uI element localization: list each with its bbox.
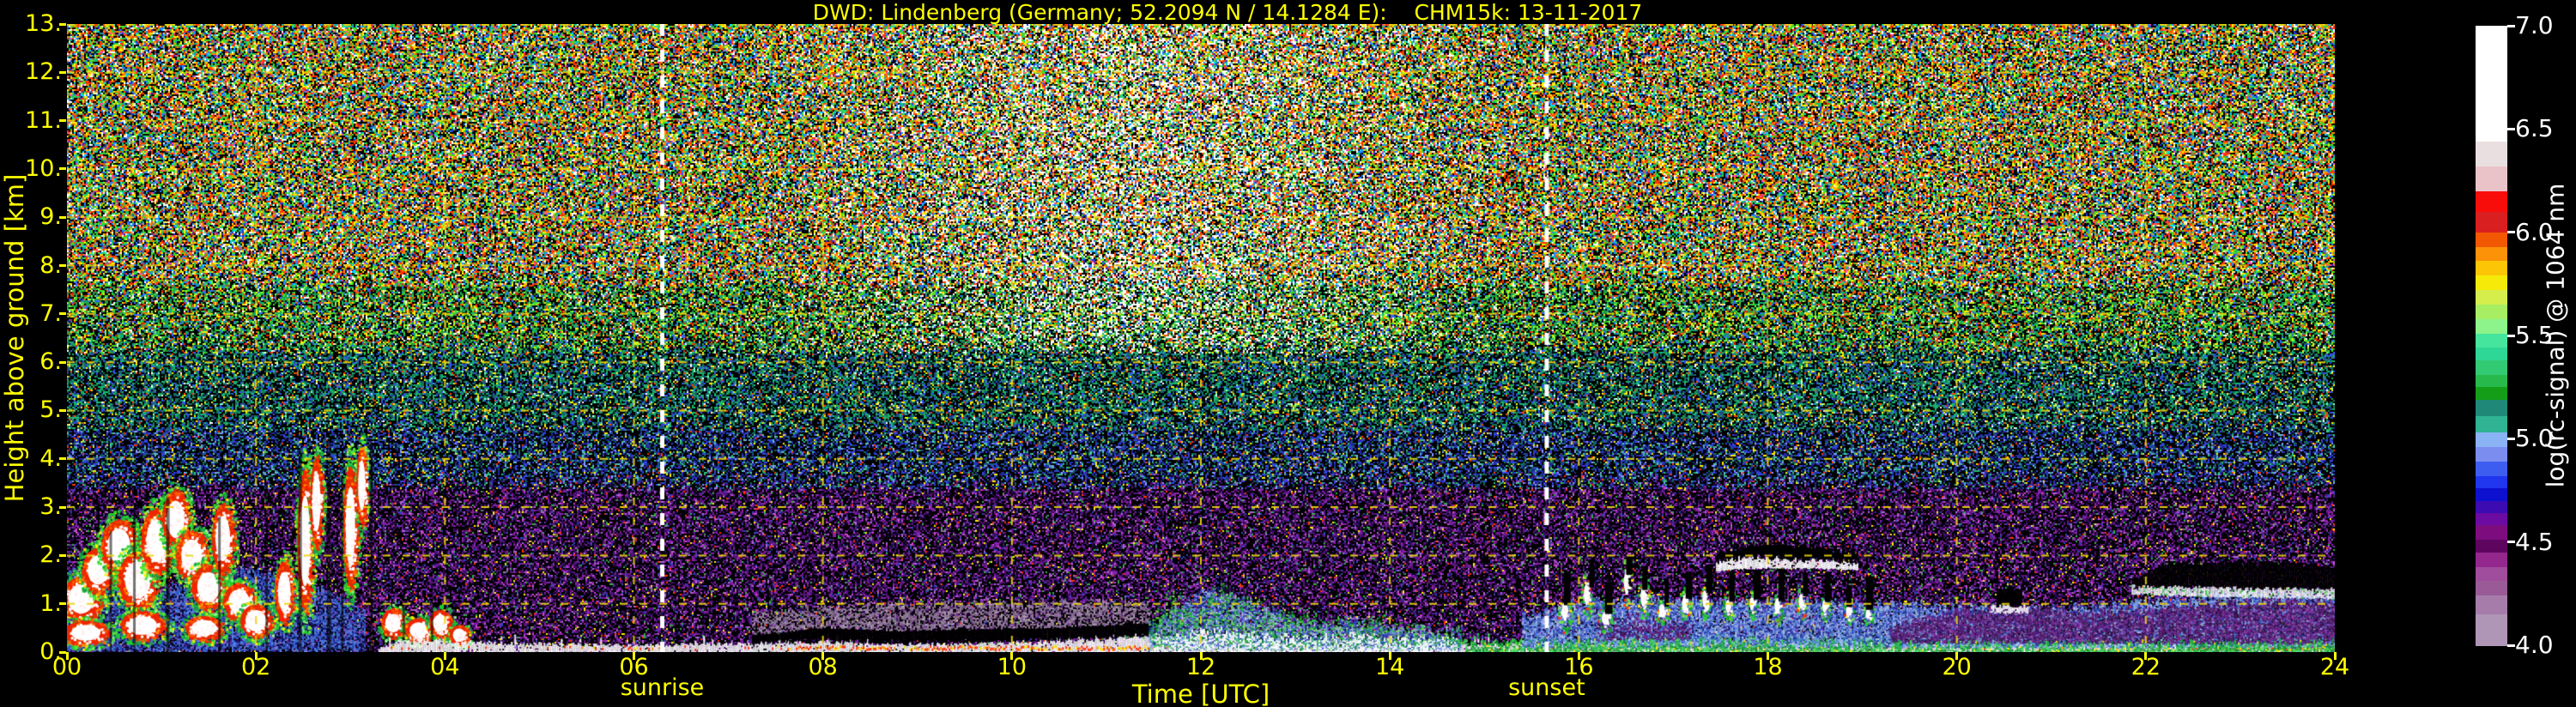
- x-tick-mark: [254, 652, 258, 660]
- x-tick-mark: [1955, 652, 1959, 660]
- heatmap-canvas: [67, 24, 2335, 652]
- x-tick-mark: [2333, 652, 2337, 660]
- y-tick-mark: [59, 167, 66, 171]
- colorbar-tick-label: 4.0: [2515, 631, 2554, 659]
- colorbar-segment: [2476, 304, 2507, 320]
- colorbar-tick-mark: [2507, 231, 2515, 234]
- x-tick-mark: [821, 652, 825, 660]
- y-tick-label: 4.: [39, 444, 62, 472]
- colorbar-segment: [2476, 595, 2507, 615]
- colorbar-tick-mark: [2507, 644, 2515, 647]
- y-tick-label: 8.: [39, 251, 62, 279]
- x-tick-mark: [1010, 652, 1014, 660]
- colorbar-segment: [2476, 360, 2507, 376]
- y-tick-label: 1.: [39, 589, 62, 617]
- x-tick-mark: [2144, 652, 2148, 660]
- y-tick-mark: [59, 360, 66, 364]
- y-tick-mark: [59, 408, 66, 412]
- colorbar-segment: [2476, 581, 2507, 596]
- y-tick-mark: [59, 215, 66, 219]
- y-tick-mark: [59, 553, 66, 557]
- x-tick-mark: [633, 652, 635, 660]
- colorbar-segment: [2476, 432, 2507, 448]
- y-tick-label: 11.: [25, 106, 62, 134]
- chart-title: DWD: Lindenberg (Germany; 52.2094 N / 14…: [812, 0, 1643, 25]
- colorbar-segment: [2476, 141, 2507, 167]
- colorbar-tick-mark: [2507, 127, 2515, 130]
- colorbar-tick-mark: [2507, 334, 2515, 337]
- colorbar: [2476, 26, 2507, 646]
- colorbar-tick-label: 7.0: [2515, 11, 2554, 39]
- colorbar-segment: [2476, 318, 2507, 335]
- ceilometer-figure: DWD: Lindenberg (Germany; 52.2094 N / 14…: [0, 0, 2576, 707]
- sun-event-label-sunrise: sunrise: [620, 674, 705, 701]
- colorbar-segment: [2476, 461, 2507, 477]
- colorbar-segment: [2476, 475, 2507, 489]
- y-tick-label: 6.: [39, 348, 62, 376]
- y-tick-mark: [59, 457, 66, 461]
- colorbar-tick-mark: [2507, 541, 2515, 544]
- colorbar-segment: [2476, 500, 2507, 514]
- colorbar-segment: [2476, 552, 2507, 568]
- colorbar-segment: [2476, 387, 2507, 401]
- y-tick-mark: [59, 70, 66, 74]
- colorbar-tick-mark: [2507, 437, 2515, 440]
- colorbar-segment: [2476, 211, 2507, 233]
- x-tick-mark: [443, 652, 446, 660]
- colorbar-segment: [2476, 540, 2507, 553]
- colorbar-tick-label: 4.5: [2515, 527, 2554, 556]
- colorbar-segment: [2476, 374, 2507, 388]
- y-tick-label: 12.: [25, 58, 62, 86]
- x-tick-mark: [1388, 652, 1391, 660]
- x-tick-mark: [65, 652, 69, 660]
- y-tick-mark: [59, 119, 66, 123]
- colorbar-segment: [2476, 566, 2507, 582]
- colorbar-segment: [2476, 290, 2507, 305]
- colorbar-segment: [2476, 399, 2507, 417]
- y-tick-label: 5.: [39, 396, 62, 424]
- y-tick-mark: [59, 264, 66, 268]
- y-tick-mark: [59, 312, 66, 316]
- colorbar-segment: [2476, 261, 2507, 276]
- colorbar-segment: [2476, 525, 2507, 541]
- colorbar-tick-label: 6.5: [2515, 114, 2554, 143]
- colorbar-segment: [2476, 415, 2507, 433]
- sun-event-label-sunset: sunset: [1508, 674, 1585, 701]
- x-axis-title: Time [UTC]: [1131, 680, 1270, 707]
- y-tick-label: 13.: [25, 10, 62, 37]
- colorbar-segment: [2476, 275, 2507, 291]
- y-tick-label: 9.: [39, 203, 62, 231]
- x-tick-mark: [1577, 652, 1580, 660]
- colorbar-tick-mark: [2507, 24, 2515, 27]
- y-tick-mark: [59, 505, 66, 509]
- y-tick-mark: [59, 22, 66, 26]
- colorbar-segment: [2476, 613, 2507, 646]
- colorbar-title: log(rc-signal) @ 1064 nm: [2541, 183, 2570, 488]
- colorbar-segment: [2476, 446, 2507, 462]
- y-tick-mark: [59, 602, 66, 606]
- y-tick-label: 10.: [25, 154, 62, 182]
- colorbar-segment: [2476, 488, 2507, 502]
- colorbar-segment: [2476, 166, 2507, 192]
- colorbar-segment: [2476, 512, 2507, 526]
- colorbar-segment: [2476, 333, 2507, 349]
- colorbar-segment: [2476, 232, 2507, 248]
- y-tick-label: 3.: [39, 493, 62, 521]
- colorbar-segment: [2476, 190, 2507, 213]
- colorbar-segment: [2476, 246, 2507, 262]
- x-tick-mark: [1767, 652, 1769, 660]
- colorbar-segment: [2476, 26, 2507, 142]
- y-tick-label: 2.: [39, 541, 62, 569]
- y-tick-label: 7.: [39, 299, 62, 327]
- colorbar-segment: [2476, 347, 2507, 361]
- x-tick-mark: [1199, 652, 1203, 660]
